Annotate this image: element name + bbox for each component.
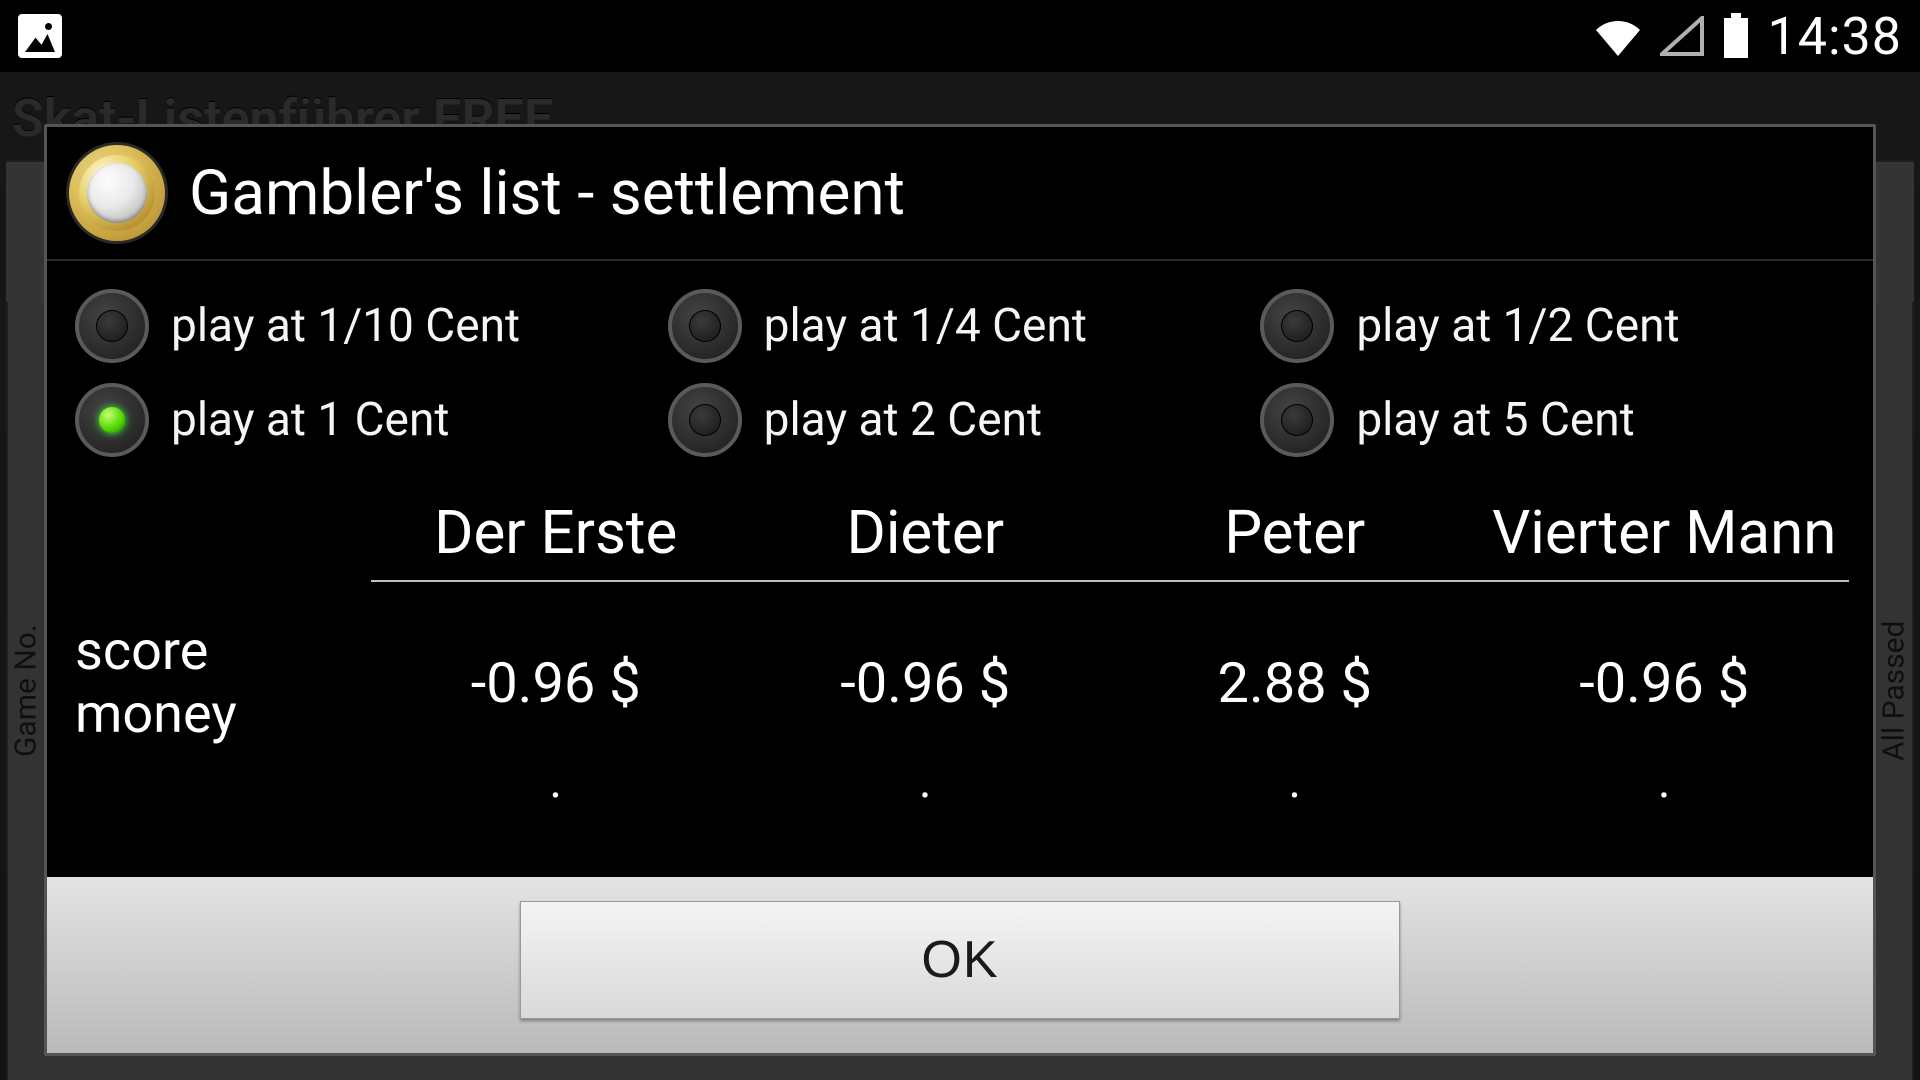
dialog-body: play at 1/10 Cent play at 1/4 Cent play … (47, 261, 1873, 877)
status-bar: 14:38 (0, 0, 1920, 72)
player-header: Peter (1110, 501, 1480, 582)
cell-value: -0.96 $ (741, 650, 1111, 716)
table-row: score money -0.96 $ -0.96 $ 2.88 $ -0.96… (71, 582, 1849, 776)
radio-indicator (75, 289, 149, 363)
radio-label: play at 2 Cent (764, 393, 1042, 447)
cell-value: -0.96 $ (371, 650, 741, 716)
stake-radio-1-4[interactable]: play at 1/4 Cent (664, 281, 1257, 371)
radio-label: play at 1/2 Cent (1356, 299, 1679, 353)
radio-indicator (75, 383, 149, 457)
status-right: 14:38 (1594, 6, 1903, 67)
picture-icon (18, 14, 62, 58)
dialog-header: Gambler's list - settlement (47, 127, 1873, 261)
radio-indicator (668, 383, 742, 457)
stake-radio-1-10[interactable]: play at 1/10 Cent (71, 281, 664, 371)
player-header: Dieter (741, 501, 1111, 582)
cell-value: 2.88 $ (1110, 650, 1480, 716)
coin-icon (69, 145, 165, 241)
header-rule (371, 580, 1849, 582)
radio-label: play at 1/10 Cent (171, 299, 520, 353)
stake-radio-5[interactable]: play at 5 Cent (1256, 375, 1849, 465)
stake-radio-1-2[interactable]: play at 1/2 Cent (1256, 281, 1849, 371)
radio-indicator (1260, 289, 1334, 363)
player-header: Vierter Mann (1480, 501, 1850, 582)
cell-value: -0.96 $ (1480, 650, 1850, 716)
radio-label: play at 5 Cent (1356, 393, 1634, 447)
clock: 14:38 (1768, 6, 1903, 67)
wifi-icon (1594, 16, 1642, 56)
truncated-cell: . (1110, 776, 1480, 786)
row-label: score money (71, 620, 371, 746)
stake-radio-group: play at 1/10 Cent play at 1/4 Cent play … (71, 273, 1849, 479)
cellular-signal-icon (1660, 16, 1704, 56)
status-left (18, 14, 62, 58)
battery-icon (1722, 13, 1750, 59)
settlement-table: Der Erste Dieter Peter Vierter Mann scor… (71, 501, 1849, 786)
dialog-title: Gambler's list - settlement (189, 157, 905, 230)
table-header-row: Der Erste Dieter Peter Vierter Mann (71, 501, 1849, 582)
player-header: Der Erste (371, 501, 741, 582)
truncated-cell: . (1480, 776, 1850, 786)
radio-indicator (1260, 383, 1334, 457)
ok-button[interactable]: OK (520, 901, 1400, 1019)
truncated-cell: . (371, 776, 741, 786)
radio-label: play at 1/4 Cent (764, 299, 1087, 353)
dialog-footer: OK (47, 877, 1873, 1053)
truncated-cell: . (741, 776, 1111, 786)
radio-indicator (668, 289, 742, 363)
partial-row: . . . . (71, 776, 1849, 786)
stake-radio-1[interactable]: play at 1 Cent (71, 375, 664, 465)
stake-radio-2[interactable]: play at 2 Cent (664, 375, 1257, 465)
radio-label: play at 1 Cent (171, 393, 449, 447)
settlement-dialog: Gambler's list - settlement play at 1/10… (44, 124, 1876, 1056)
